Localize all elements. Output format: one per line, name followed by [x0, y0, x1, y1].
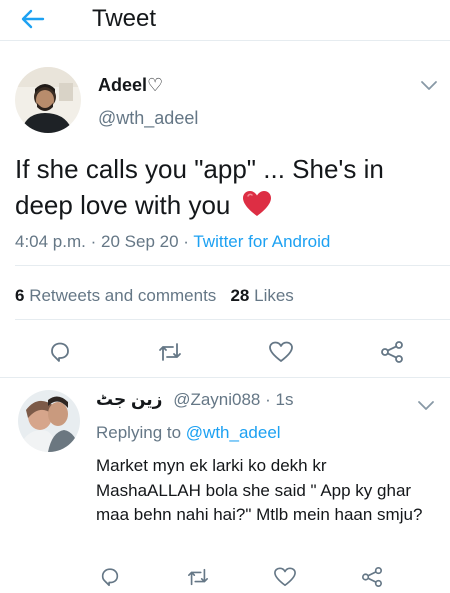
reply-author-name[interactable]: زین جٹ: [96, 390, 162, 409]
chevron-down-icon[interactable]: [417, 400, 435, 412]
avatar-image: [15, 67, 81, 133]
reply-header: زین جٹ @Zayni088 · 1s: [96, 390, 294, 410]
chevron-down-icon[interactable]: [420, 80, 438, 92]
meta-divider: [15, 265, 450, 266]
reply-like-button[interactable]: [271, 563, 299, 591]
share-button[interactable]: [378, 338, 406, 366]
tweet-text: If she calls you "app" ... She's in deep…: [15, 151, 435, 223]
retweets-count: 6: [15, 286, 25, 305]
meta-separator: ·: [90, 232, 97, 251]
retweet-button[interactable]: [156, 338, 184, 366]
reply-reply-button[interactable]: [96, 563, 124, 591]
author-handle[interactable]: @wth_adeel: [98, 108, 198, 129]
reply-avatar[interactable]: [18, 390, 80, 452]
back-button[interactable]: [18, 6, 48, 32]
reply-separator: ·: [265, 390, 271, 409]
reply-retweet-button[interactable]: [184, 563, 212, 591]
tweet-stats: 6 Retweets and comments 28 Likes: [15, 286, 294, 306]
tweet-source-link[interactable]: Twitter for Android: [193, 232, 330, 251]
replying-to: Replying to @wth_adeel: [96, 423, 281, 443]
replying-to-mention[interactable]: @wth_adeel: [186, 423, 281, 442]
actions-divider: [0, 377, 450, 378]
reply-time: 1s: [275, 390, 294, 409]
tweet-date: 20 Sep 20: [101, 232, 179, 251]
likes-count: 28: [230, 286, 250, 305]
retweet-icon: [159, 343, 181, 361]
author-name[interactable]: Adeel♡: [98, 75, 163, 96]
reply-icon: [51, 342, 69, 362]
avatar-image: [18, 390, 80, 452]
like-button[interactable]: [267, 338, 295, 366]
reply-share-button[interactable]: [358, 563, 386, 591]
stats-divider: [15, 319, 450, 320]
retweet-icon: [188, 568, 208, 586]
share-icon: [381, 341, 403, 363]
red-heart-icon: [242, 191, 271, 216]
arrow-left-icon: [21, 9, 45, 29]
reply-author-handle[interactable]: @Zayni088: [173, 390, 260, 409]
likes-stat[interactable]: 28 Likes: [230, 286, 293, 305]
reply-icon: [101, 568, 119, 587]
replying-to-label: Replying to: [96, 423, 182, 442]
reply-text: Market myn ek larki ko dekh kr MashaALLA…: [96, 456, 423, 524]
like-icon: [274, 567, 296, 587]
header-divider: [0, 40, 450, 41]
page-title: Tweet: [92, 5, 157, 32]
reply-button[interactable]: [46, 338, 74, 366]
tweet-meta: 4:04 p.m. · 20 Sep 20 · Twitter for Andr…: [15, 232, 330, 252]
retweets-stat[interactable]: 6 Retweets and comments: [15, 286, 216, 305]
like-icon: [269, 341, 293, 362]
author-avatar[interactable]: [15, 67, 81, 133]
top-bar: Tweet: [0, 0, 450, 40]
retweets-label: Retweets and comments: [29, 286, 217, 305]
share-icon: [362, 567, 382, 587]
meta-separator: ·: [183, 232, 189, 251]
tweet-time: 4:04 p.m.: [15, 232, 86, 251]
likes-label: Likes: [254, 286, 294, 305]
tweet-body: If she calls you "app" ... She's in deep…: [15, 154, 384, 220]
